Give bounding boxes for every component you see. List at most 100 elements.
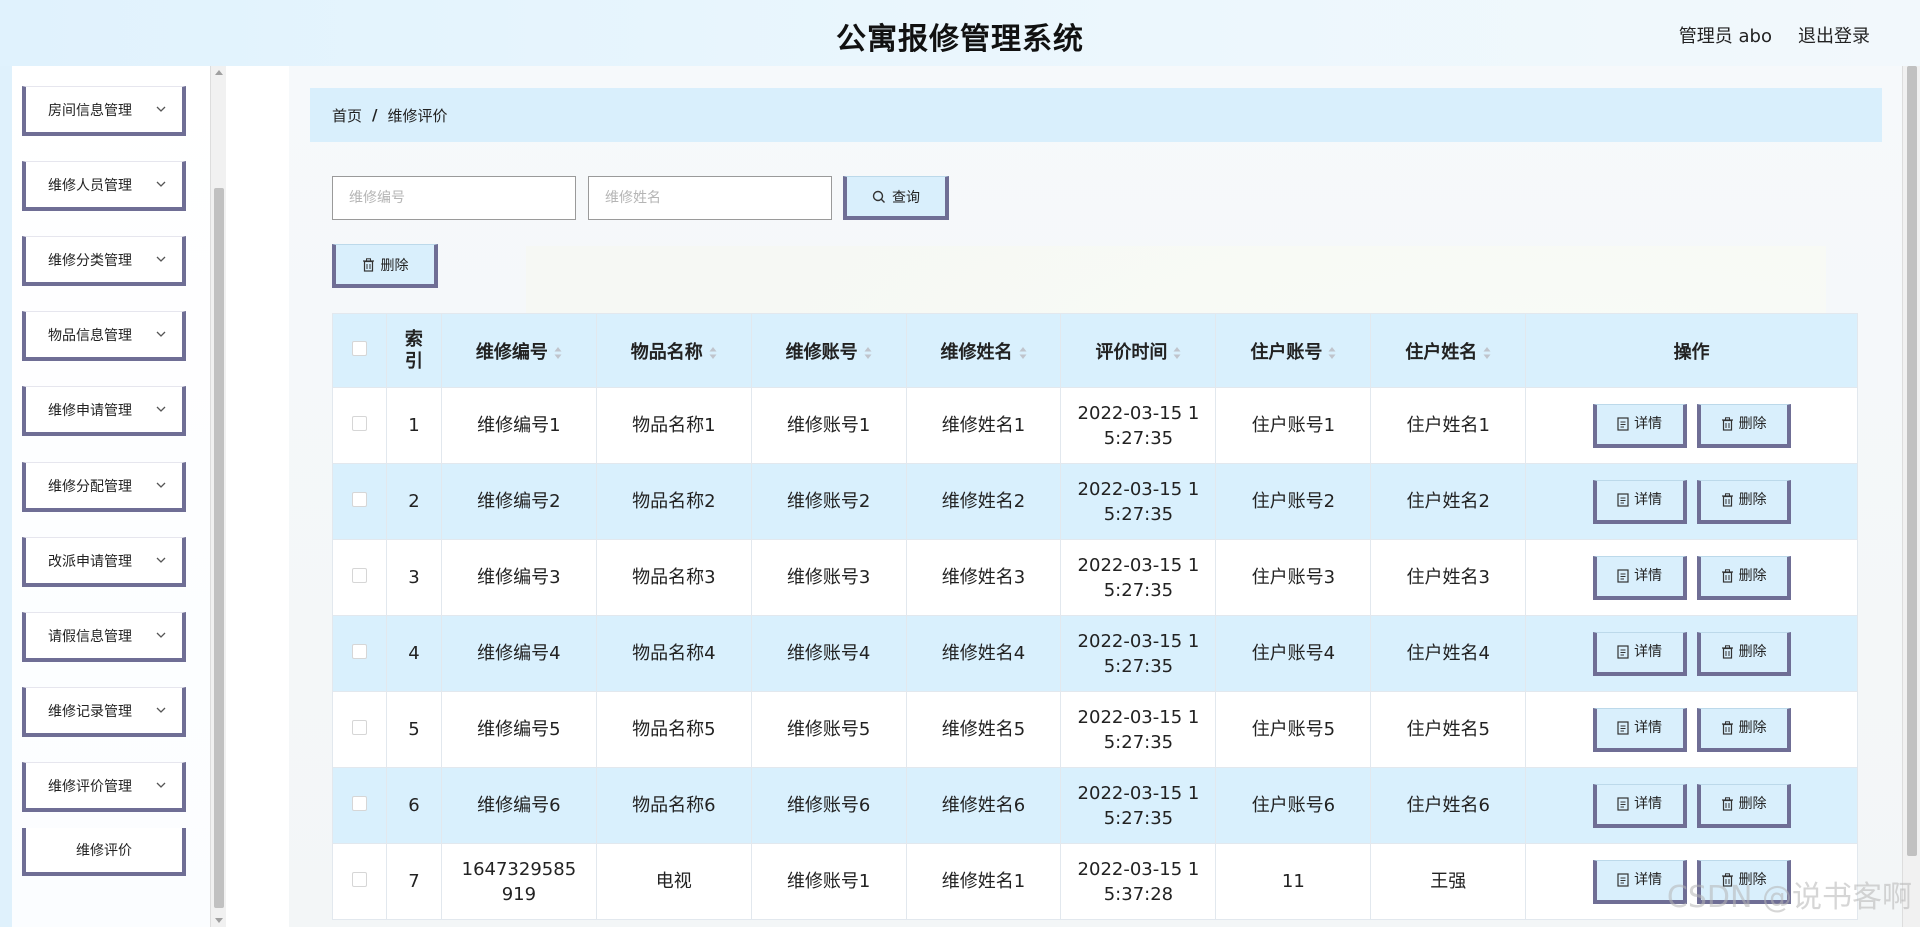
sidebar-submenu-label: 维修评价 (76, 843, 132, 859)
row-checkbox[interactable] (351, 416, 367, 431)
cell-select[interactable] (332, 387, 387, 464)
sort-icon[interactable] (554, 346, 562, 360)
header-eval-time[interactable]: 评价时间 (1060, 313, 1217, 388)
delete-button[interactable]: 删除 (1696, 555, 1791, 600)
cell-repair-code-text: 维修编号3 (477, 567, 561, 588)
detail-button[interactable]: 详情 (1592, 479, 1687, 524)
cell-repair-name: 维修姓名5 (905, 691, 1062, 768)
chevron-down-icon[interactable] (154, 778, 168, 792)
detail-button[interactable]: 详情 (1592, 403, 1687, 448)
table-row[interactable]: 2 维修编号2 物品名称2 维修账号2 维修姓名2 2022-03-15 15:27:35… (332, 463, 1858, 540)
sort-icon[interactable] (1483, 346, 1491, 360)
cell-select[interactable] (332, 767, 387, 844)
row-checkbox[interactable] (351, 492, 367, 507)
sidebar-menu-item[interactable]: 房间信息管理 (22, 86, 186, 136)
sidebar-menu-item[interactable]: 维修评价管理 (22, 762, 186, 812)
header-repair-name[interactable]: 维修姓名 (905, 313, 1062, 388)
header-repair-account[interactable]: 维修账号 (750, 313, 907, 388)
sidebar-scrollbar[interactable] (210, 66, 226, 927)
cell-select[interactable] (332, 691, 387, 768)
cell-item-name-text: 电视 (655, 871, 692, 892)
delete-button[interactable]: 删除 (1696, 783, 1791, 828)
query-button[interactable]: 查询 (843, 176, 949, 220)
detail-button[interactable]: 详情 (1592, 707, 1687, 752)
sort-icon[interactable] (1328, 346, 1336, 360)
cell-resident-name-text: 住户姓名3 (1406, 567, 1490, 588)
logout-link[interactable]: 退出登录 (1798, 22, 1870, 48)
chevron-down-icon[interactable] (154, 327, 168, 341)
delete-button[interactable]: 删除 (1696, 479, 1791, 524)
repair-name-input[interactable] (588, 176, 832, 220)
delete-button-label: 删除 (1738, 795, 1767, 812)
chevron-down-icon[interactable] (154, 177, 168, 191)
chevron-down-icon[interactable] (154, 102, 168, 116)
header-select-all[interactable] (332, 313, 387, 388)
repair-code-input[interactable] (332, 176, 576, 220)
delete-button[interactable]: 删除 (1696, 403, 1791, 448)
main-scrollbar[interactable] (1902, 66, 1920, 927)
scroll-up-arrow-icon[interactable] (215, 70, 223, 75)
delete-button-label: 删除 (1738, 567, 1767, 584)
table-row[interactable]: 5 维修编号5 物品名称5 维修账号5 维修姓名5 2022-03-15 15:27:35… (332, 691, 1858, 768)
detail-button[interactable]: 详情 (1592, 555, 1687, 600)
sidebar-menu-item[interactable]: 物品信息管理 (22, 311, 186, 361)
sort-icon[interactable] (1019, 346, 1027, 360)
cell-repair-account: 维修账号6 (750, 767, 907, 844)
detail-button[interactable]: 详情 (1592, 783, 1687, 828)
sidebar-menu-item[interactable]: 维修记录管理 (22, 687, 186, 737)
cell-repair-name-text: 维修姓名2 (941, 491, 1026, 512)
sort-icon[interactable] (864, 346, 872, 360)
cell-repair-name: 维修姓名6 (905, 767, 1062, 844)
sidebar-menu-item[interactable]: 维修分配管理 (22, 462, 186, 512)
sort-icon[interactable] (1173, 346, 1181, 360)
sidebar-menu-label: 维修分类管理 (48, 252, 132, 269)
sort-icon[interactable] (709, 346, 717, 360)
header-repair-code[interactable]: 维修编号 (440, 313, 597, 388)
sidebar-menu-item[interactable]: 请假信息管理 (22, 612, 186, 662)
detail-button-label: 详情 (1634, 795, 1663, 812)
detail-button[interactable]: 详情 (1592, 631, 1687, 676)
breadcrumb: 首页 / 维修评价 (310, 88, 1882, 142)
cell-select[interactable] (332, 843, 387, 920)
chevron-down-icon[interactable] (154, 553, 168, 567)
sidebar-menu-item[interactable]: 改派申请管理 (22, 537, 186, 587)
table-row[interactable]: 7 1647329585919 电视 维修账号1 维修姓名1 2022-03-15 15:… (332, 843, 1858, 920)
cell-select[interactable] (332, 615, 387, 692)
cell-resident-name: 住户姓名4 (1370, 615, 1527, 692)
table-row[interactable]: 6 维修编号6 物品名称6 维修账号6 维修姓名6 2022-03-15 15:27:35… (332, 767, 1858, 844)
scroll-down-arrow-icon[interactable] (215, 918, 223, 923)
row-checkbox[interactable] (351, 568, 367, 583)
header-resident-name[interactable]: 住户姓名 (1370, 313, 1527, 388)
row-checkbox[interactable] (351, 720, 367, 735)
select-all-checkbox[interactable] (351, 341, 367, 356)
chevron-down-icon[interactable] (154, 628, 168, 642)
header-resident-account[interactable]: 住户账号 (1215, 313, 1372, 388)
sidebar-menu-item[interactable]: 维修分类管理 (22, 236, 186, 286)
chevron-down-icon[interactable] (154, 252, 168, 266)
cell-select[interactable] (332, 539, 387, 616)
chevron-down-icon[interactable] (154, 402, 168, 416)
table-row[interactable]: 1 维修编号1 物品名称1 维修账号1 维修姓名1 2022-03-15 15:27:35… (332, 387, 1858, 464)
row-checkbox[interactable] (351, 644, 367, 659)
delete-button[interactable]: 删除 (1696, 707, 1791, 752)
cell-select[interactable] (332, 463, 387, 540)
sidebar-menu-item[interactable]: 维修人员管理 (22, 161, 186, 211)
sidebar-submenu-item-evaluation[interactable]: 维修评价 (22, 828, 186, 876)
main-scroll-thumb[interactable] (1907, 66, 1917, 856)
row-checkbox[interactable] (351, 796, 367, 811)
delete-button[interactable]: 删除 (1696, 631, 1791, 676)
sidebar-menu-item[interactable]: 维修申请管理 (22, 386, 186, 436)
breadcrumb-home[interactable]: 首页 (332, 105, 362, 126)
table-row[interactable]: 4 维修编号4 物品名称4 维修账号4 维修姓名4 2022-03-15 15:27:35… (332, 615, 1858, 692)
chevron-down-icon[interactable] (154, 478, 168, 492)
cell-repair-name: 维修姓名4 (905, 615, 1062, 692)
cell-repair-account-text: 维修账号1 (786, 871, 871, 892)
row-checkbox[interactable] (351, 872, 367, 887)
cell-repair-name-text: 维修姓名3 (941, 567, 1026, 588)
bulk-delete-button[interactable]: 删除 (332, 244, 438, 288)
chevron-down-icon[interactable] (154, 703, 168, 717)
header-item-name[interactable]: 物品名称 (595, 313, 752, 388)
sidebar-scroll-thumb[interactable] (214, 188, 224, 908)
document-icon (1617, 797, 1629, 811)
table-row[interactable]: 3 维修编号3 物品名称3 维修账号3 维修姓名3 2022-03-15 15:27:35… (332, 539, 1858, 616)
